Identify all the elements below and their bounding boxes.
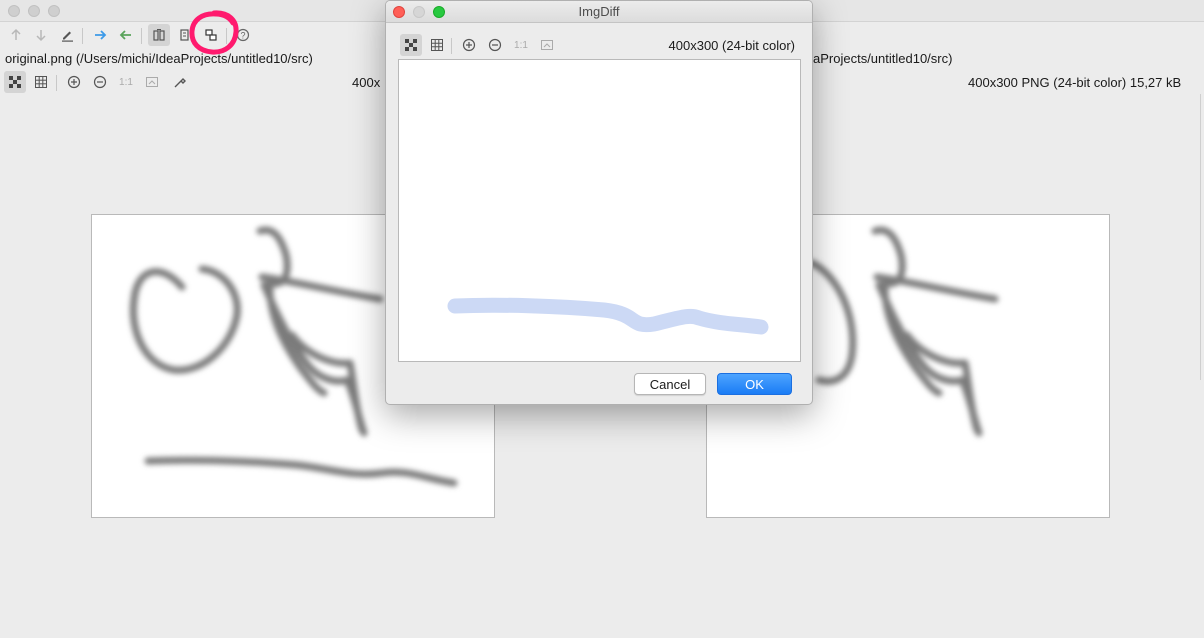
chessboard-button[interactable] <box>400 34 422 56</box>
zoom-window-button[interactable] <box>48 5 60 17</box>
dialog-image-info: 400x300 (24-bit color) <box>668 38 795 53</box>
arrow-up-icon <box>11 28 21 40</box>
zoom-in-icon <box>462 38 476 52</box>
highlight-circle-annotation <box>189 10 239 55</box>
zoom-out-button[interactable] <box>89 71 111 93</box>
toolbar-separator <box>56 75 57 91</box>
next-difference-button[interactable] <box>30 24 52 46</box>
panel-divider <box>1200 94 1201 380</box>
arrow-left-icon <box>119 30 131 40</box>
left-file-path: original.png (/Users/michi/IdeaProjects/… <box>5 51 313 66</box>
side-by-side-icon <box>153 29 165 41</box>
pencil-icon <box>62 31 73 42</box>
grid-icon <box>35 76 47 88</box>
ok-button[interactable]: OK <box>717 373 792 395</box>
arrow-down-icon <box>36 30 46 42</box>
color-picker-button[interactable] <box>169 71 191 93</box>
actual-size-button[interactable]: 1:1 <box>510 34 532 56</box>
toolbar-separator <box>451 38 452 54</box>
dialog-titlebar: ImgDiff <box>386 1 812 23</box>
close-window-button[interactable] <box>8 5 20 17</box>
zoom-out-button[interactable] <box>484 34 506 56</box>
actual-size-button[interactable]: 1:1 <box>115 71 137 93</box>
diff-image-canvas[interactable] <box>398 59 801 362</box>
dialog-close-button[interactable] <box>393 6 405 18</box>
go-to-right-button[interactable] <box>89 24 111 46</box>
dialog-zoom-button[interactable] <box>433 6 445 18</box>
diff-stroke-drawing <box>447 297 769 335</box>
zoom-in-button[interactable] <box>63 71 85 93</box>
dialog-minimize-button[interactable] <box>413 6 425 18</box>
fit-zoom-button[interactable] <box>141 71 163 93</box>
previous-difference-button[interactable] <box>5 24 27 46</box>
color-picker-icon <box>174 78 186 88</box>
dialog-image-toolbar: 1:1 <box>400 34 580 56</box>
imgdiff-dialog: ImgDiff 1:1 400x300 (24-bit color) Cance… <box>385 0 813 405</box>
right-file-path: aProjects/untitled10/src) <box>813 51 953 66</box>
grid-button[interactable] <box>30 71 52 93</box>
dialog-title: ImgDiff <box>578 4 620 19</box>
zoom-out-icon <box>93 75 107 89</box>
grid-button[interactable] <box>426 34 448 56</box>
cancel-button[interactable]: Cancel <box>634 373 706 395</box>
zoom-in-button[interactable] <box>458 34 480 56</box>
toolbar-separator <box>141 28 142 44</box>
go-to-left-button[interactable] <box>115 24 137 46</box>
chessboard-button[interactable] <box>4 71 26 93</box>
fit-icon <box>541 40 553 50</box>
toolbar-separator <box>82 28 83 44</box>
grid-icon <box>431 39 443 51</box>
chessboard-icon <box>9 76 21 88</box>
minimize-window-button[interactable] <box>28 5 40 17</box>
arrow-right-icon <box>95 30 107 40</box>
side-by-side-view-button[interactable] <box>148 24 170 46</box>
left-image-toolbar: 1:1 <box>4 71 204 93</box>
zoom-out-icon <box>488 38 502 52</box>
edit-button[interactable] <box>56 24 78 46</box>
left-image-info: 400x <box>352 75 381 90</box>
fit-icon <box>146 77 158 87</box>
fit-zoom-button[interactable] <box>536 34 558 56</box>
right-image-info: 400x300 PNG (24-bit color) 15,27 kB <box>968 75 1182 90</box>
svg-text:?: ? <box>240 31 245 41</box>
zoom-in-icon <box>67 75 81 89</box>
chessboard-icon <box>405 39 417 51</box>
